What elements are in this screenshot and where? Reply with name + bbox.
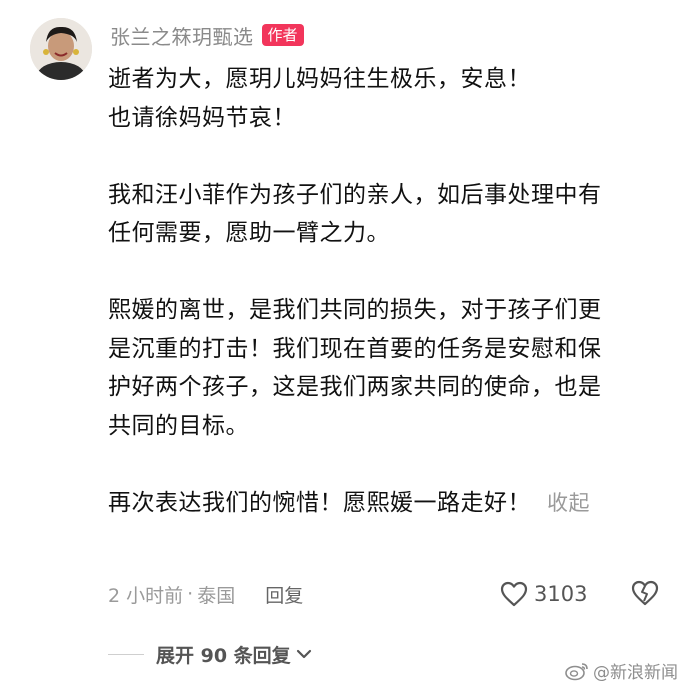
comment-body: 逝者为大，愿玥儿妈妈往生极乐，安息！ 也请徐妈妈节哀！ 我和汪小菲作为孩子们的亲… — [108, 60, 668, 522]
comment-line: 再次表达我们的惋惜！愿熙媛一路走好！ 收起 — [108, 484, 668, 523]
comment-line: 我和汪小菲作为孩子们的亲人，如后事处理中有 — [108, 181, 602, 208]
comment-line: 是沉重的打击！我们现在首要的任务是安慰和保 — [108, 335, 602, 362]
heart-outline-icon — [500, 581, 528, 607]
comment-paragraph: 再次表达我们的惋惜！愿熙媛一路走好！ 收起 — [108, 484, 668, 523]
reply-button[interactable]: 回复 — [265, 581, 303, 608]
comment-line: 也请徐妈妈节哀！ — [108, 104, 296, 131]
username[interactable]: 张兰之箖玥甄选 — [110, 21, 254, 50]
comment-line: 逝者为大，愿玥儿妈妈往生极乐，安息！ — [108, 66, 531, 92]
weibo-logo-icon — [565, 662, 588, 680]
watermark-text: @新浪新闻 — [593, 663, 678, 683]
meta-separator: · — [187, 583, 194, 605]
like-count: 3103 — [534, 582, 588, 606]
divider — [108, 653, 144, 655]
comment-line: 共同的目标。 — [108, 412, 249, 439]
collapse-link[interactable]: 收起 — [547, 491, 590, 515]
comment-line: 护好两个孩子，这是我们两家共同的使命，也是 — [108, 374, 602, 400]
broken-heart-icon[interactable] — [630, 579, 660, 607]
comment-line-text: 再次表达我们的惋惜！愿熙媛一路走好！ — [108, 489, 531, 516]
comment-line: 熙媛的离世，是我们共同的损失，对于孩子们更 — [108, 297, 602, 323]
comment-paragraph: 我和汪小菲作为孩子们的亲人，如后事处理中有 任何需要，愿助一臂之力。 — [108, 176, 668, 253]
timestamp: 2 小时前 — [108, 584, 184, 607]
comment-paragraph: 逝者为大，愿玥儿妈妈往生极乐，安息！ 也请徐妈妈节哀！ — [108, 60, 668, 137]
chevron-down-icon — [296, 649, 311, 659]
watermark: @新浪新闻 — [565, 658, 678, 683]
comment-header: 张兰之箖玥甄选 作者 — [110, 20, 304, 50]
location: 泰国 — [197, 584, 236, 607]
expand-replies[interactable]: 展开 90 条回复 — [108, 638, 313, 670]
avatar-image — [30, 18, 92, 80]
comment-line: 任何需要，愿助一臂之力。 — [108, 220, 390, 246]
comment-meta: 2 小时前 · 泰国 回复 3103 — [108, 578, 668, 610]
like-button[interactable]: 3103 — [500, 578, 587, 610]
expand-replies-label: 展开 90 条回复 — [156, 644, 291, 667]
avatar[interactable] — [30, 18, 92, 80]
comment-paragraph: 熙媛的离世，是我们共同的损失，对于孩子们更 是沉重的打击！我们现在首要的任务是安… — [108, 291, 668, 445]
author-badge: 作者 — [261, 24, 304, 46]
